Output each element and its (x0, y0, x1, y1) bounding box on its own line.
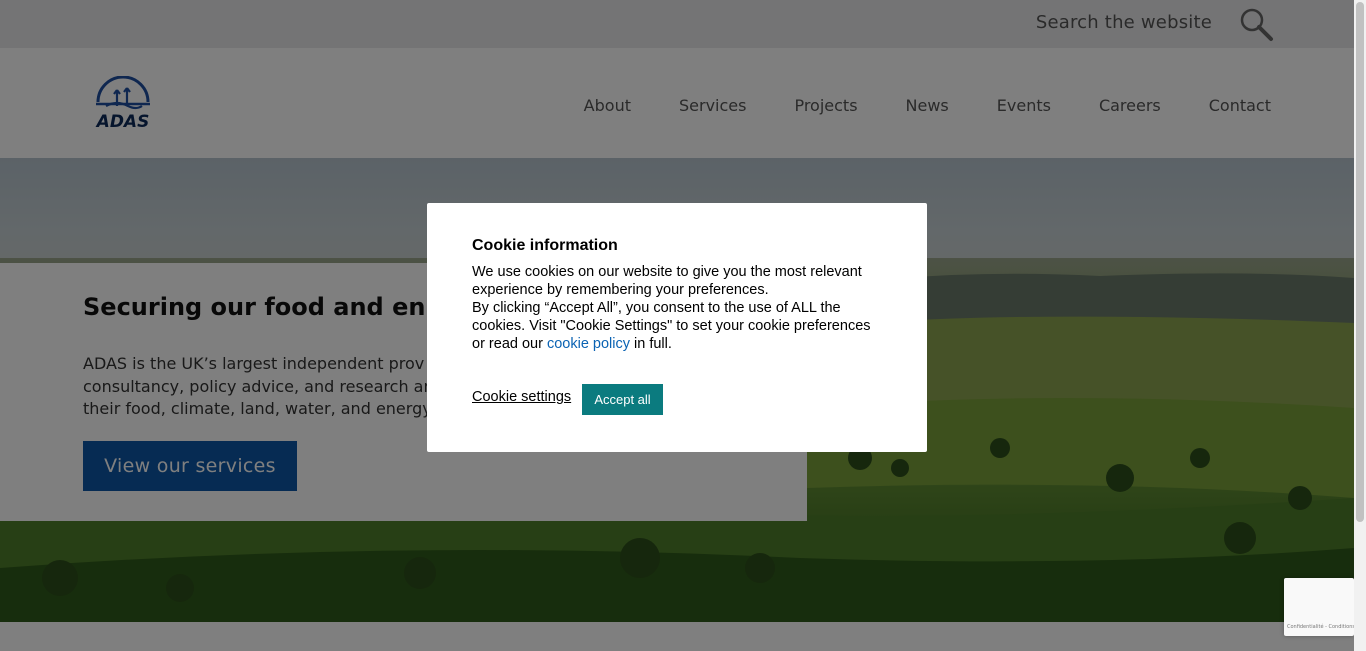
cookie-text-p2: By clicking “Accept All”, you consent to… (472, 299, 887, 353)
recaptcha-badge[interactable]: Confidentialité - Conditions (1284, 578, 1355, 636)
cookie-text-p1: We use cookies on our website to give yo… (472, 264, 862, 298)
cookie-dialog: Cookie information We use cookies on our… (427, 203, 927, 452)
cookie-settings-link[interactable]: Cookie settings (472, 389, 571, 405)
recaptcha-text[interactable]: Confidentialité - Conditions (1287, 624, 1355, 630)
cookie-dialog-text: We use cookies on our website to give yo… (472, 263, 887, 353)
cookie-dialog-title: Cookie information (472, 237, 618, 254)
accept-all-button[interactable]: Accept all (582, 384, 663, 415)
scrollbar-thumb[interactable] (1356, 2, 1364, 522)
cookie-policy-link[interactable]: cookie policy (547, 336, 630, 352)
cookie-text-p2-end: in full. (629, 336, 672, 352)
page-scrollbar[interactable] (1354, 0, 1366, 651)
